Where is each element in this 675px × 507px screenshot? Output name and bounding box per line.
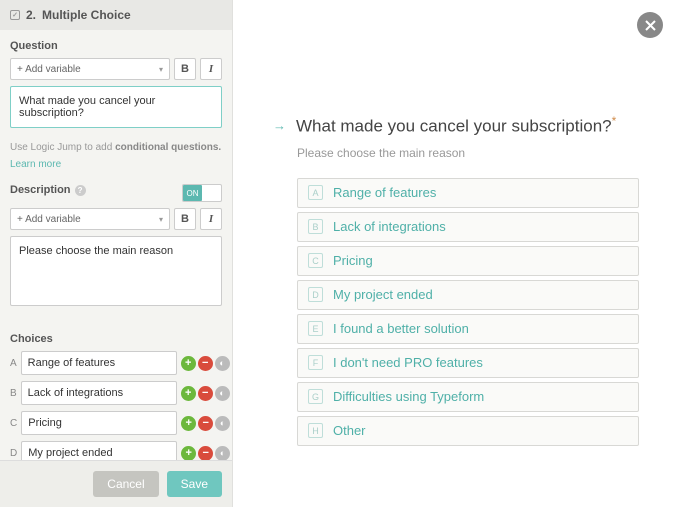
option-key: A: [308, 185, 323, 200]
choices-label: Choices: [10, 333, 222, 345]
add-choice-button[interactable]: +: [181, 416, 196, 431]
choice-letter: A: [10, 358, 17, 369]
choice-letter: B: [10, 388, 17, 399]
preview-panel: → What made you cancel your subscription…: [233, 0, 675, 507]
option-label: Lack of integrations: [333, 219, 446, 234]
remove-choice-button[interactable]: −: [198, 386, 213, 401]
choice-row: C + − ◐: [10, 411, 222, 435]
preview-question: → What made you cancel your subscription…: [273, 114, 639, 138]
preview-option[interactable]: F I don't need PRO features: [297, 348, 639, 378]
question-toolbar: + Add variable B I: [10, 58, 222, 80]
choice-input[interactable]: [21, 411, 177, 435]
choice-letter: D: [10, 448, 17, 459]
add-variable-dropdown-desc[interactable]: + Add variable: [10, 208, 170, 230]
editor-panel: ✓ 2. Multiple Choice Question + Add vari…: [0, 0, 233, 507]
remove-choice-button[interactable]: −: [198, 416, 213, 431]
choice-image-button[interactable]: ◐: [215, 416, 230, 431]
italic-button[interactable]: I: [200, 58, 222, 80]
preview-option[interactable]: E I found a better solution: [297, 314, 639, 344]
panel-body: Question + Add variable B I Use Logic Ju…: [0, 30, 232, 460]
question-number: 2.: [26, 8, 36, 22]
preview-option[interactable]: G Difficulties using Typeform: [297, 382, 639, 412]
choice-input[interactable]: [21, 351, 177, 375]
option-label: Difficulties using Typeform: [333, 389, 484, 404]
description-toggle[interactable]: ON: [182, 184, 222, 202]
description-toolbar: + Add variable B I: [10, 208, 222, 230]
save-button[interactable]: Save: [167, 471, 222, 497]
choice-image-button[interactable]: ◐: [215, 446, 230, 461]
panel-footer: Cancel Save: [0, 460, 232, 507]
choice-input[interactable]: [21, 441, 177, 460]
bold-button-desc[interactable]: B: [174, 208, 196, 230]
add-choice-button[interactable]: +: [181, 386, 196, 401]
option-label: Range of features: [333, 185, 436, 200]
option-key: C: [308, 253, 323, 268]
preview-description: Please choose the main reason: [297, 146, 639, 160]
question-label: Question: [10, 40, 222, 52]
logic-jump-hint: Use Logic Jump to add conditional questi…: [10, 141, 222, 155]
required-indicator: *: [612, 114, 617, 128]
choice-letter: C: [10, 418, 17, 429]
preview-option[interactable]: B Lack of integrations: [297, 212, 639, 242]
question-type: Multiple Choice: [42, 8, 131, 22]
choice-row: A + − ◐: [10, 351, 222, 375]
preview-options: A Range of features B Lack of integratio…: [297, 178, 639, 446]
close-button[interactable]: [637, 12, 663, 38]
remove-choice-button[interactable]: −: [198, 356, 213, 371]
option-label: I found a better solution: [333, 321, 469, 336]
description-label: Description?: [10, 184, 86, 196]
add-choice-button[interactable]: +: [181, 356, 196, 371]
option-key: H: [308, 423, 323, 438]
preview-option[interactable]: H Other: [297, 416, 639, 446]
add-choice-button[interactable]: +: [181, 446, 196, 461]
choice-image-button[interactable]: ◐: [215, 356, 230, 371]
option-key: E: [308, 321, 323, 336]
option-key: F: [308, 355, 323, 370]
italic-button-desc[interactable]: I: [200, 208, 222, 230]
question-textarea[interactable]: [10, 86, 222, 128]
close-icon: [645, 20, 656, 31]
option-label: Pricing: [333, 253, 373, 268]
choice-image-button[interactable]: ◐: [215, 386, 230, 401]
arrow-icon: →: [273, 118, 286, 133]
learn-more-link[interactable]: Learn more: [10, 159, 222, 170]
check-icon: ✓: [10, 10, 20, 20]
preview-option[interactable]: A Range of features: [297, 178, 639, 208]
cancel-button[interactable]: Cancel: [93, 471, 158, 497]
option-key: G: [308, 389, 323, 404]
choice-input[interactable]: [21, 381, 177, 405]
preview-option[interactable]: D My project ended: [297, 280, 639, 310]
bold-button[interactable]: B: [174, 58, 196, 80]
remove-choice-button[interactable]: −: [198, 446, 213, 461]
option-label: Other: [333, 423, 366, 438]
option-label: My project ended: [333, 287, 433, 302]
option-label: I don't need PRO features: [333, 355, 483, 370]
preview-question-title: What made you cancel your subscription?*: [296, 114, 616, 138]
choice-row: B + − ◐: [10, 381, 222, 405]
help-icon[interactable]: ?: [75, 185, 86, 196]
choice-row: D + − ◐: [10, 441, 222, 460]
option-key: B: [308, 219, 323, 234]
panel-header: ✓ 2. Multiple Choice: [0, 0, 232, 30]
option-key: D: [308, 287, 323, 302]
preview-option[interactable]: C Pricing: [297, 246, 639, 276]
add-variable-dropdown[interactable]: + Add variable: [10, 58, 170, 80]
description-textarea[interactable]: [10, 236, 222, 306]
